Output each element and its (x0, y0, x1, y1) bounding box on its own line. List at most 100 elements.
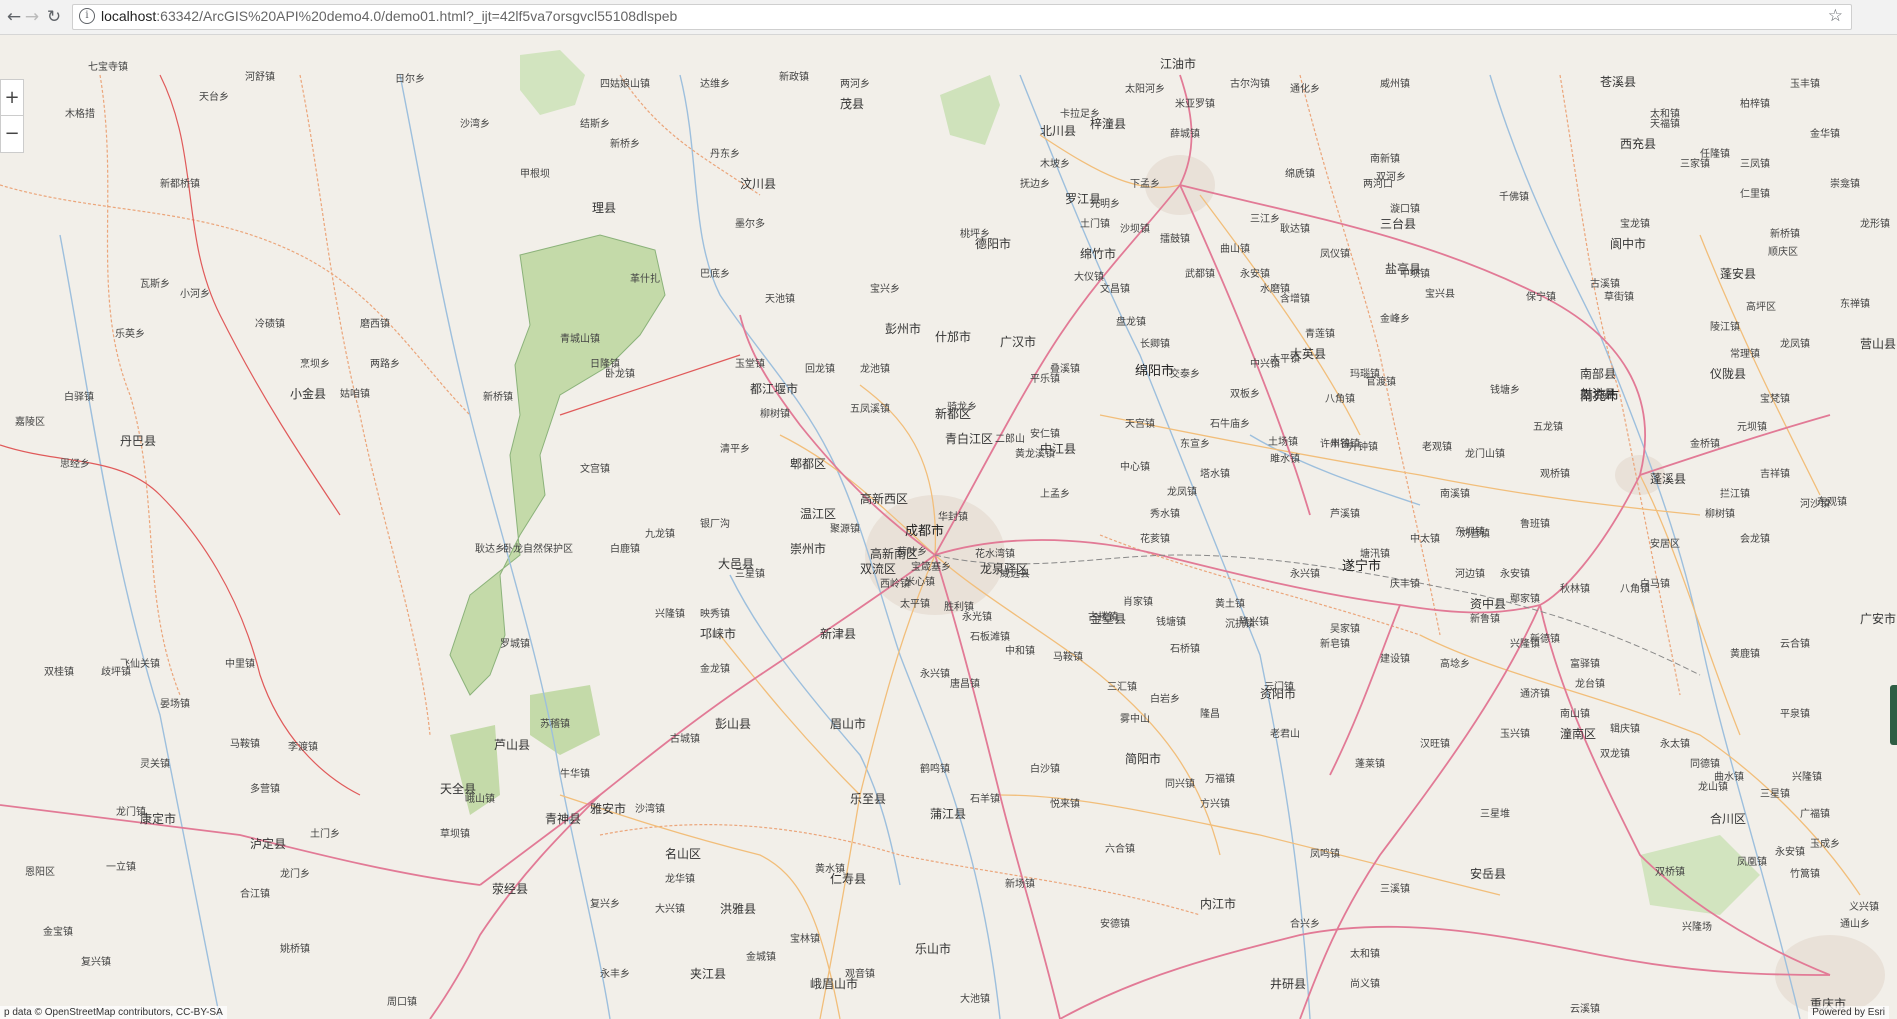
attribution-text[interactable]: p data © OpenStreetMap contributors, CC-… (0, 1006, 227, 1019)
place-label: 蓬莱镇 (1355, 759, 1385, 770)
place-label: 千佛镇 (1499, 192, 1529, 203)
place-label: 高新西区 (860, 492, 909, 506)
zoom-in-button[interactable]: + (1, 80, 23, 116)
place-label: 悦来镇 (1050, 799, 1080, 810)
forward-arrow-icon[interactable]: → (22, 7, 42, 27)
place-label: 冷碛镇 (255, 319, 285, 330)
zoom-out-button[interactable]: − (1, 116, 23, 151)
place-label: 永安镇 (1240, 269, 1270, 280)
place-label: 黄土镇 (1215, 599, 1245, 610)
place-label: 辑庆镇 (1610, 724, 1640, 735)
place-label: 八角镇 (1325, 394, 1355, 405)
place-label: 洪雅县 (720, 902, 757, 916)
place-label: 武都镇 (1185, 269, 1215, 280)
place-label: 新都桥镇 (160, 179, 200, 190)
forest-area (520, 50, 585, 115)
place-label: 塘汛镇 (1360, 549, 1390, 560)
place-label: 回龙镇 (805, 364, 835, 375)
place-label: 小河乡 (180, 289, 210, 300)
place-label: 苍溪县 (1600, 75, 1637, 89)
place-label: 青莲镇 (1305, 329, 1335, 340)
place-label: 三星镇 (1760, 789, 1790, 800)
place-label: 安岳县 (1470, 867, 1507, 881)
place-label: 中和镇 (1005, 646, 1035, 657)
place-label: 太阳河乡 (1125, 84, 1165, 95)
place-label: 花水湾镇 (975, 549, 1015, 560)
county-border (299, 74, 431, 736)
place-label: 蓬溪县 (1650, 472, 1687, 486)
star-icon[interactable]: ☆ (1828, 6, 1843, 26)
place-label: 二郎山 (995, 434, 1025, 445)
place-label: 眉山市 (830, 717, 867, 731)
place-label: 白沙镇 (1030, 764, 1060, 775)
place-label: 三江乡 (1250, 214, 1280, 225)
place-label: 唐昌镇 (950, 679, 980, 690)
place-label: 新德镇 (1530, 634, 1560, 645)
place-label: 白驿镇 (64, 392, 94, 403)
place-label: 清平乡 (720, 444, 750, 455)
place-label: 卡拉足乡 (1060, 109, 1100, 120)
place-label: 木坡乡 (1040, 159, 1070, 170)
place-label: 秀水镇 (1150, 509, 1180, 520)
place-label: 太和镇 (1350, 949, 1380, 960)
place-label: 永安镇 (1775, 847, 1805, 858)
place-label: 结斯乡 (580, 119, 610, 130)
place-label: 米心镇 (905, 577, 935, 588)
place-label: 天宫镇 (1125, 419, 1155, 430)
side-panel-tab[interactable] (1890, 685, 1897, 745)
map-view[interactable]: 成都市 高新西区 高新南区 温江区 郫都区 新都区 青白江区 龙泉驿区 双流区 崇州市 大邑县 邛崃市… (0, 35, 1897, 1019)
place-label: 新鲁镇 (1470, 614, 1500, 625)
info-icon[interactable]: i (79, 8, 95, 24)
place-label: 三星堆 (1480, 809, 1510, 820)
place-label: 中心镇 (1120, 462, 1150, 473)
place-label: 金城镇 (746, 952, 776, 963)
place-label: 三家镇 (1680, 159, 1710, 170)
place-label: 光明乡 (1090, 199, 1120, 210)
place-label: 富驿镇 (1570, 659, 1600, 670)
place-label: 耿达镇 (1280, 224, 1310, 235)
place-label: 双龙镇 (1600, 749, 1630, 760)
place-label: 抚边乡 (1020, 179, 1050, 190)
place-label: 沙坝镇 (1120, 224, 1150, 235)
place-label: 沙湾乡 (460, 119, 490, 130)
place-label: 高坪区 (1746, 302, 1776, 313)
place-label: 茂县 (840, 97, 865, 111)
place-label: 大池镇 (960, 994, 990, 1005)
place-label: 邛崃市 (700, 627, 737, 641)
place-label: 金龙镇 (700, 664, 730, 675)
place-label: 新桥镇 (483, 392, 513, 403)
place-label: 含增镇 (1280, 294, 1310, 305)
place-label: 新津县 (820, 627, 857, 641)
place-label: 双桥镇 (1655, 867, 1685, 878)
place-label: 金宝镇 (43, 927, 73, 938)
place-label: 芦溪镇 (1330, 509, 1360, 520)
place-label: 玉丰镇 (1790, 79, 1820, 90)
place-label: 河边镇 (1455, 569, 1485, 580)
place-label: 恩阳区 (25, 867, 55, 878)
place-label: 石牛庙乡 (1210, 419, 1250, 430)
place-label: 罗城镇 (500, 639, 530, 650)
place-label: 叠溪镇 (1050, 364, 1080, 375)
place-label: 东观镇 (1817, 497, 1847, 508)
place-label: 青白江区 (945, 432, 994, 446)
place-label: 塔水镇 (1200, 469, 1230, 480)
address-bar[interactable]: i localhost:63342/ArcGIS%20API%20demo4.0… (72, 4, 1852, 30)
place-label: 两路乡 (370, 359, 400, 370)
place-label: 荷叶乡 (897, 547, 927, 558)
place-label: 元坝镇 (1737, 422, 1767, 433)
place-label: 姚桥镇 (280, 944, 310, 955)
place-label: 石桥镇 (1170, 644, 1200, 655)
place-label: 革什扎 (630, 274, 660, 285)
place-label: 秋林镇 (1560, 584, 1590, 595)
place-label: 石板滩镇 (970, 632, 1010, 643)
reload-icon[interactable]: ↻ (44, 7, 64, 27)
major-road (1059, 925, 1831, 1019)
place-label: 草街镇 (1604, 292, 1634, 303)
back-arrow-icon[interactable]: ← (4, 7, 24, 27)
place-label: 绵阳市 (1135, 364, 1175, 379)
url-text[interactable]: localhost:63342/ArcGIS%20API%20demo4.0/d… (101, 8, 677, 24)
place-label: 古楼镇 (1088, 612, 1118, 623)
place-label: 威远县 (1000, 569, 1030, 580)
place-label: 映秀镇 (700, 609, 730, 620)
powered-by-text[interactable]: Powered by Esri (1808, 1006, 1889, 1019)
